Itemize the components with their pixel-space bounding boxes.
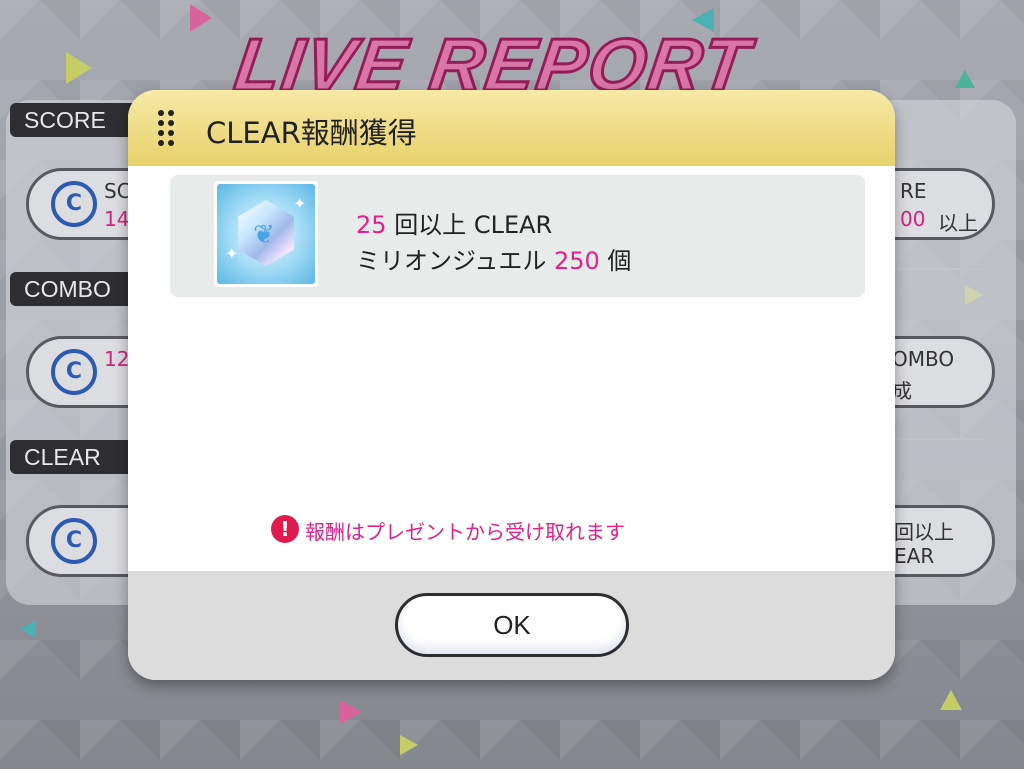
butterfly-icon: ❦	[253, 220, 275, 250]
reward-card: ❦ ✦ ✦ 25 回以上 CLEAR ミリオンジュエル 250 個	[170, 175, 865, 297]
dialog-title: CLEAR報酬獲得	[206, 116, 417, 150]
grip-icon	[158, 110, 174, 146]
reward-condition: 25 回以上 CLEAR	[356, 205, 552, 240]
reward-clear-count: 25	[356, 211, 387, 239]
reward-item-name: ミリオンジュエル	[356, 247, 547, 275]
dialog-header: CLEAR報酬獲得	[128, 90, 895, 166]
notice-text: 報酬はプレゼントから受け取れます	[305, 520, 625, 544]
dialog-footer: OK	[128, 571, 895, 680]
warning-icon: !	[271, 515, 299, 543]
sparkle-icon: ✦	[293, 194, 307, 213]
ok-button[interactable]: OK	[395, 593, 629, 657]
reward-unit: 個	[607, 247, 632, 275]
reward-item: ミリオンジュエル 250 個	[356, 241, 631, 276]
reward-quantity: 250	[553, 247, 600, 275]
reward-thumbnail: ❦ ✦ ✦	[214, 181, 318, 287]
reward-condition-text: 回以上 CLEAR	[394, 211, 553, 239]
sparkle-icon: ✦	[225, 244, 239, 263]
clear-reward-dialog: CLEAR報酬獲得 ❦ ✦ ✦ 25 回以上 CLEAR ミリオンジュエル 25…	[128, 90, 895, 680]
